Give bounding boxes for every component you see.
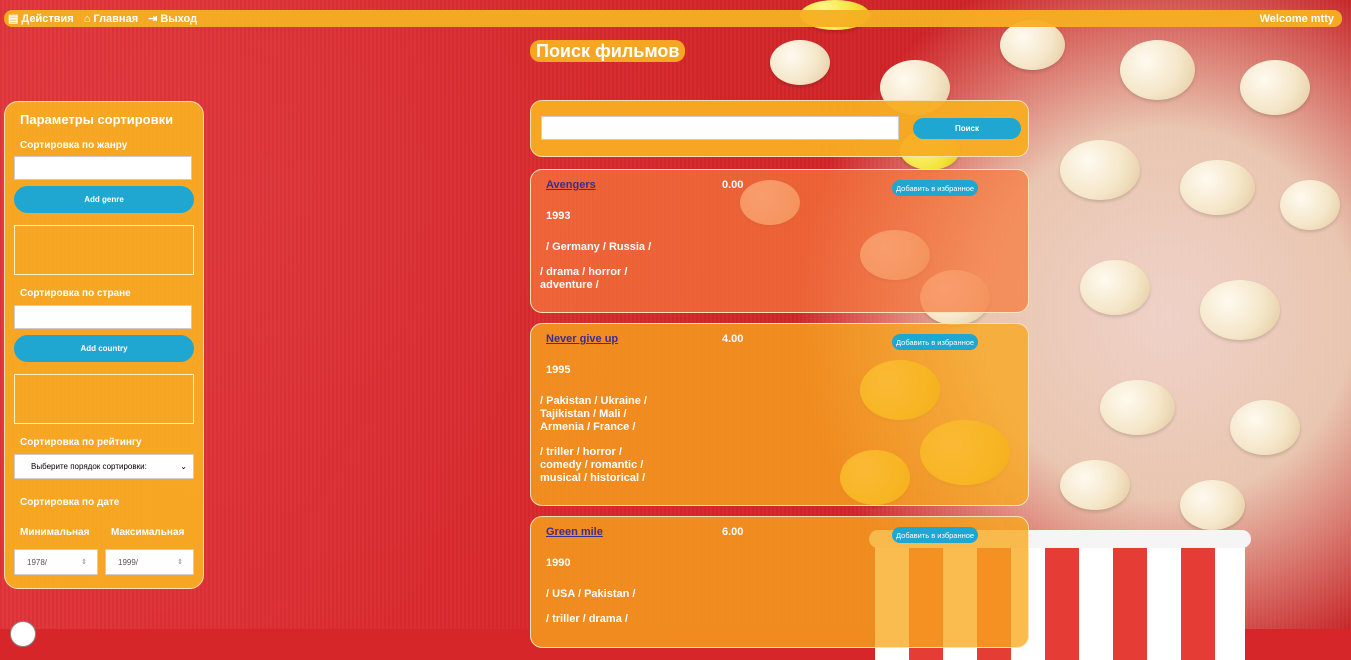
movie-title-link[interactable]: Green mile — [546, 526, 603, 538]
movie-countries: / USA / Pakistan / — [546, 588, 636, 600]
spinner-icon[interactable]: ⇕ — [177, 558, 183, 566]
home-icon: ⌂ — [83, 12, 91, 25]
logout-link[interactable]: ⇥ Выход — [148, 12, 198, 26]
popcorn-kernel — [1280, 180, 1340, 230]
selected-genres-box — [14, 225, 194, 275]
search-input[interactable] — [541, 116, 899, 140]
actions-menu[interactable]: ▤ Действия — [8, 12, 74, 26]
movie-title-link[interactable]: Avengers — [546, 179, 596, 191]
movie-rating: 6.00 — [722, 526, 744, 538]
popcorn-kernel — [1100, 380, 1175, 435]
search-panel: Поиск — [530, 100, 1029, 157]
movie-genres: / triller / drama / — [546, 613, 628, 625]
page-title: Поиск фильмов — [530, 40, 686, 62]
genre-input[interactable] — [14, 156, 192, 180]
date-label: Сортировка по дате — [20, 497, 120, 508]
movie-year: 1995 — [546, 364, 571, 376]
min-date-input[interactable]: 1978/ ⇕ — [14, 549, 98, 575]
add-genre-button[interactable]: Add genre — [14, 186, 194, 213]
actions-label: Действия — [21, 12, 74, 25]
add-favorite-button[interactable]: Добавить в избранное — [892, 180, 979, 196]
movie-card: Avengers 0.00 Добавить в избранное 1993 … — [530, 169, 1029, 313]
movie-title-link[interactable]: Never give up — [546, 333, 618, 345]
add-favorite-button[interactable]: Добавить в избранное — [892, 334, 979, 350]
selected-countries-box — [14, 374, 194, 424]
search-button[interactable]: Поиск — [913, 118, 1021, 139]
rating-sort-select[interactable]: Выберите порядок сортировки: ⌄ — [14, 454, 194, 479]
movie-rating: 4.00 — [722, 333, 744, 345]
home-label: Главная — [93, 12, 139, 25]
chevron-down-icon: ⌄ — [180, 462, 187, 471]
popcorn-kernel — [1000, 20, 1065, 70]
movie-rating: 0.00 — [722, 179, 744, 191]
movie-genres: / triller / horror / comedy / romantic /… — [540, 446, 646, 484]
popcorn-kernel — [1060, 460, 1130, 510]
popcorn-kernel — [1240, 60, 1310, 115]
country-label: Сортировка по стране — [20, 288, 131, 299]
popcorn-kernel — [1200, 280, 1280, 340]
rating-select-value: Выберите порядок сортировки: — [31, 462, 147, 471]
min-date-label: Минимальная — [20, 527, 90, 538]
max-date-input[interactable]: 1999/ ⇕ — [105, 549, 194, 575]
top-navbar: ▤ Действия ⌂ Главная ⇥ Выход Welcome mtt… — [4, 10, 1342, 27]
spinner-icon[interactable]: ⇕ — [81, 558, 87, 566]
max-date-value: 1999/ — [118, 557, 139, 567]
sort-sidebar: Параметры сортировки Сортировка по жанру… — [4, 101, 204, 589]
popcorn-kernel — [1180, 160, 1255, 215]
min-date-value: 1978/ — [27, 557, 48, 567]
movie-card: Never give up 4.00 Добавить в избранное … — [530, 323, 1029, 506]
rating-label: Сортировка по рейтингу — [20, 437, 142, 448]
logout-label: Выход — [160, 12, 198, 25]
movie-year: 1990 — [546, 557, 571, 569]
max-date-label: Максимальная — [111, 527, 185, 538]
popcorn-kernel — [770, 40, 830, 85]
popcorn-kernel — [1230, 400, 1300, 455]
help-icon[interactable] — [10, 621, 36, 647]
popcorn-kernel — [1060, 140, 1140, 200]
country-input[interactable] — [14, 305, 192, 329]
add-favorite-button[interactable]: Добавить в избранное — [892, 527, 979, 543]
sidebar-heading: Параметры сортировки — [20, 112, 174, 127]
movie-card: Green mile 6.00 Добавить в избранное 199… — [530, 516, 1029, 648]
popcorn-kernel — [1180, 480, 1245, 530]
popcorn-kernel — [1120, 40, 1195, 100]
nav-links: ▤ Действия ⌂ Главная ⇥ Выход — [4, 12, 198, 26]
movie-countries: / Pakistan / Ukraine / Tajikistan / Mali… — [540, 395, 647, 433]
movie-countries: / Germany / Russia / — [546, 241, 652, 253]
home-link[interactable]: ⌂ Главная — [84, 12, 138, 25]
genre-label: Сортировка по жанру — [20, 140, 128, 151]
menu-icon: ▤ — [8, 13, 19, 25]
logout-icon: ⇥ — [148, 13, 158, 25]
movie-genres: / drama / horror / adventure / — [540, 266, 628, 291]
welcome-text[interactable]: Welcome mtty — [1260, 13, 1342, 25]
movie-year: 1993 — [546, 210, 571, 222]
popcorn-kernel — [1080, 260, 1150, 315]
add-country-button[interactable]: Add country — [14, 335, 194, 362]
